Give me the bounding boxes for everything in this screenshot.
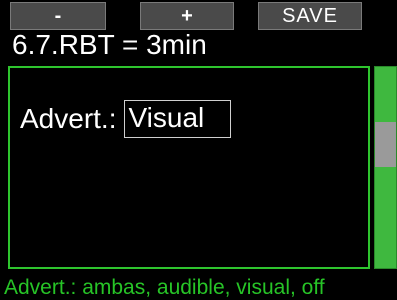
softkey-bar: - + SAVE bbox=[0, 0, 397, 30]
page-title: 6.7.RBT = 3min bbox=[12, 29, 207, 60]
decrease-button[interactable]: - bbox=[10, 2, 106, 30]
setting-label: Advert.: bbox=[20, 103, 117, 134]
increase-button[interactable]: + bbox=[140, 2, 234, 30]
settings-panel: Advert.: Visual bbox=[8, 66, 370, 269]
scrollbar-thumb[interactable] bbox=[375, 122, 396, 167]
setting-value-field[interactable]: Visual bbox=[124, 100, 232, 138]
setting-row: Advert.: Visual bbox=[20, 100, 232, 138]
save-button[interactable]: SAVE bbox=[258, 2, 362, 30]
options-hint: Advert.: ambas, audible, visual, off bbox=[4, 276, 325, 299]
scrollbar[interactable] bbox=[374, 66, 397, 269]
